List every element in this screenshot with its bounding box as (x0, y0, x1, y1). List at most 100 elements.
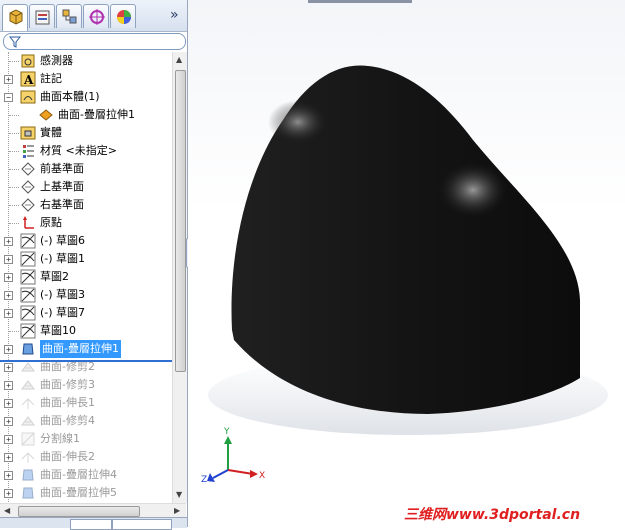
expand-toggle-icon[interactable]: + (4, 417, 13, 426)
tree-item[interactable]: 材質 <未指定> (0, 142, 172, 160)
tree-connector (9, 205, 19, 206)
model-view: Y X Z (201, 65, 608, 485)
surface-loft-icon (20, 485, 36, 501)
expand-toggle-icon[interactable]: + (4, 471, 13, 480)
watermark-part1: 三维网 (404, 507, 446, 523)
tree-connector (9, 61, 19, 62)
tree-item[interactable]: 右基準面 (0, 196, 172, 214)
expand-toggle-icon[interactable]: + (4, 435, 13, 444)
tree-item[interactable]: 感測器 (0, 52, 172, 70)
specular-highlight-right (438, 162, 508, 218)
property-manager-tab-icon (35, 10, 50, 25)
tree-item-label: 實體 (40, 126, 62, 139)
tree-item-label: 分割線1 (40, 432, 80, 445)
expand-toggle-icon[interactable]: + (4, 237, 13, 246)
tree-connector (9, 151, 19, 152)
tree-item[interactable]: + A 註記 (0, 70, 172, 88)
scroll-down-arrow-icon[interactable]: ▼ (176, 490, 182, 499)
display-manager-tab[interactable] (110, 4, 136, 28)
bottom-tab[interactable] (70, 519, 112, 530)
tree-item-label: (-) 草圖6 (40, 234, 86, 247)
configuration-manager-tab[interactable] (56, 4, 82, 28)
tree-item[interactable]: + (-) 草圖6 (0, 232, 172, 250)
tree-connector (9, 169, 19, 170)
tree-horizontal-scrollbar[interactable]: ◀ ▶ (0, 503, 186, 518)
tree-item-label: 原點 (40, 216, 62, 229)
tree-item[interactable]: − 曲面本體(1) (0, 88, 172, 106)
plane-icon (20, 179, 36, 195)
bottom-tab[interactable] (112, 519, 172, 530)
tree-item[interactable]: 曲面-疊層拉伸1 (0, 106, 172, 124)
collapse-toggle-icon[interactable]: − (4, 93, 13, 102)
tree-item[interactable]: + 曲面-修剪3 (0, 376, 172, 394)
tree-item-label: (-) 草圖1 (40, 252, 86, 265)
tree-item[interactable]: + 曲面-伸長1 (0, 394, 172, 412)
tree-item-label: 曲面-伸長1 (40, 396, 95, 409)
more-tabs-chevron-icon[interactable]: » (170, 7, 179, 23)
tree-item[interactable]: + 曲面-疊層拉伸1 (0, 340, 172, 358)
tree-vertical-scrollbar[interactable]: ▲ ▼ (172, 52, 187, 503)
surface-loft-icon (20, 467, 36, 483)
feature-manager-tab-icon (9, 9, 23, 25)
sketch-icon (20, 269, 36, 285)
sensors-icon (20, 53, 36, 69)
watermark: 三维网www.3dportal.cn (404, 504, 580, 524)
tree-item[interactable]: + (-) 草圖1 (0, 250, 172, 268)
vertical-scroll-thumb[interactable] (175, 70, 186, 372)
expand-toggle-icon[interactable]: + (4, 381, 13, 390)
surface-bodies-icon (20, 89, 36, 105)
dimxpert-manager-tab[interactable] (83, 4, 109, 28)
tree-connector (9, 223, 19, 224)
expand-toggle-icon[interactable]: + (4, 399, 13, 408)
scroll-left-arrow-icon[interactable]: ◀ (4, 506, 10, 515)
expand-toggle-icon[interactable]: + (4, 75, 13, 84)
tree-item[interactable]: 原點 (0, 214, 172, 232)
tree-item[interactable]: + 曲面-疊層拉伸4 (0, 466, 172, 484)
expand-toggle-icon[interactable]: + (4, 309, 13, 318)
tree-item-label: 註記 (40, 72, 62, 85)
tree-connector (9, 331, 19, 332)
sketch-icon (20, 287, 36, 303)
watermark-part2: www.3dportal.cn (446, 507, 581, 523)
expand-toggle-icon[interactable]: + (4, 453, 13, 462)
tree-item[interactable]: + (-) 草圖3 (0, 286, 172, 304)
triad-x-label: X (259, 471, 265, 481)
tree-item[interactable]: + 草圖2 (0, 268, 172, 286)
tree-item[interactable]: + 分割線1 (0, 430, 172, 448)
tree-item[interactable]: + (-) 草圖7 (0, 304, 172, 322)
expand-toggle-icon[interactable]: + (4, 255, 13, 264)
triad-z-label: Z (201, 475, 207, 485)
scroll-right-arrow-icon[interactable]: ▶ (174, 506, 180, 515)
tree-item[interactable]: 草圖10 (0, 322, 172, 340)
tree-item-label: 曲面-疊層拉伸5 (40, 486, 117, 499)
triad-y-label: Y (223, 427, 230, 437)
expand-toggle-icon[interactable]: + (4, 291, 13, 300)
expand-toggle-icon[interactable]: + (4, 345, 13, 354)
tree-filter-input[interactable] (3, 33, 186, 50)
property-manager-tab[interactable] (29, 4, 55, 28)
tree-item-label: 右基準面 (40, 198, 84, 211)
tree-item[interactable]: 前基準面 (0, 160, 172, 178)
tree-item[interactable]: 上基準面 (0, 178, 172, 196)
scroll-up-arrow-icon[interactable]: ▲ (176, 55, 182, 64)
expand-toggle-icon[interactable]: + (4, 273, 13, 282)
tree-item[interactable]: + 曲面-疊層拉伸5 (0, 484, 172, 502)
tree-connector (9, 187, 19, 188)
feature-manager-tab[interactable] (2, 4, 28, 31)
tree-item[interactable]: + 曲面-伸長2 (0, 448, 172, 466)
expand-toggle-icon[interactable]: + (4, 363, 13, 372)
tree-item-label: 曲面-疊層拉伸1 (58, 108, 135, 121)
tree-item-label: 草圖10 (40, 324, 76, 337)
horizontal-scroll-thumb[interactable] (18, 506, 140, 517)
tree-item-label: 曲面-疊層拉伸4 (40, 468, 117, 481)
tree-item-label: (-) 草圖3 (40, 288, 86, 301)
svg-text:A: A (23, 73, 34, 87)
graphics-viewport[interactable]: Y X Z 三维网www.3dportal.cn (188, 0, 625, 527)
tree-item-label: (-) 草圖7 (40, 306, 86, 319)
feature-tree: 感測器 + A 註記 − 曲面本體(1) 曲面-疊層拉伸1 實體材質 <未指定> 前基準面 上基準… (0, 52, 172, 503)
tree-item[interactable]: 實體 (0, 124, 172, 142)
filter-funnel-icon (9, 36, 21, 48)
rollback-bar[interactable] (0, 360, 172, 362)
expand-toggle-icon[interactable]: + (4, 489, 13, 498)
tree-item[interactable]: + 曲面-修剪4 (0, 412, 172, 430)
